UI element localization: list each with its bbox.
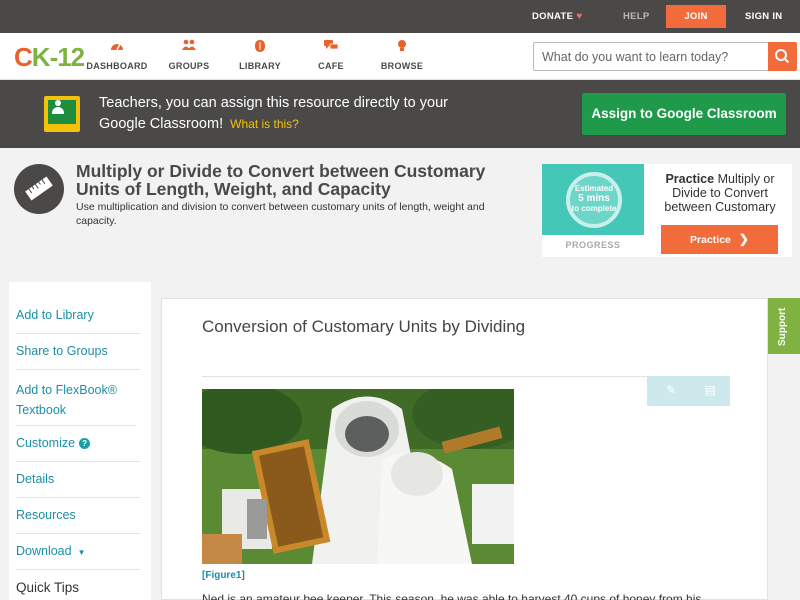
teacher-banner: Teachers, you can assign this resource d… [0, 80, 800, 148]
join-button[interactable]: JOIN [666, 5, 726, 28]
lesson-content: Conversion of Customary Units by Dividin… [161, 298, 768, 600]
ck12-logo[interactable]: CK-12 [14, 42, 86, 73]
resources-link[interactable]: Resources [16, 498, 140, 534]
logo-number: -12 [49, 42, 86, 72]
nav-browse[interactable]: BROWSE [367, 39, 437, 71]
add-to-flexbook-link[interactable]: Add to FlexBook® Textbook [16, 370, 136, 426]
nav-browse-label: BROWSE [380, 61, 424, 71]
chat-bubbles-icon [296, 39, 366, 55]
practice-card: Estimated 5 mins to complete PROGRESS Pr… [542, 164, 792, 257]
support-tab[interactable]: Support [768, 298, 800, 354]
quick-tips-heading: Quick Tips [16, 580, 80, 595]
practice-button-label: Practice [690, 234, 731, 246]
practice-heading: Practice Multiply or Divide to Convert b… [654, 172, 786, 214]
nav-cafe[interactable]: CAFE [296, 39, 366, 71]
chevron-right-icon: ❯ [738, 232, 749, 246]
library-icon [225, 39, 295, 55]
search-input[interactable] [534, 43, 768, 70]
search-box [533, 42, 797, 71]
estimate-minutes: 5 mins [578, 193, 610, 204]
estimate-suffix: to complete [571, 204, 617, 213]
logo-c: C [14, 42, 33, 72]
nav-groups-label: GROUPS [168, 61, 210, 71]
side-menu: Add to Library Share to Groups Add to Fl… [9, 282, 151, 600]
nav-cafe-label: CAFE [318, 61, 344, 71]
add-to-library-link[interactable]: Add to Library [16, 298, 140, 334]
ruler-icon [14, 164, 64, 214]
pencil-icon[interactable]: ✎ [664, 383, 678, 397]
progress-label: PROGRESS [565, 240, 621, 250]
figure-caption: [Figure1] [202, 570, 245, 581]
sign-in-link[interactable]: SIGN IN [745, 0, 782, 33]
customize-link[interactable]: Customize? [16, 426, 140, 462]
notes-icon[interactable]: ▤ [703, 383, 717, 397]
help-link[interactable]: HELP [623, 0, 650, 33]
groups-icon [154, 39, 224, 55]
google-classroom-icon [44, 96, 80, 132]
share-to-groups-link[interactable]: Share to Groups [16, 334, 140, 370]
annotation-toolbar: ✎ ▤ [647, 376, 730, 406]
donate-label: DONATE [532, 11, 574, 22]
what-is-this-link[interactable]: What is this? [230, 117, 299, 131]
main-navbar: CK-12 DASHBOARD GROUPS LIBRARY CAFE BROW… [0, 33, 800, 80]
donate-link[interactable]: DONATE ♥ [532, 0, 582, 33]
caret-down-icon: ▼ [77, 548, 86, 557]
assign-to-google-classroom-button[interactable]: Assign to Google Classroom [582, 93, 786, 135]
practice-heading-bold: Practice [665, 172, 715, 186]
nav-library[interactable]: LIBRARY [225, 39, 295, 71]
support-label: Support [777, 307, 788, 346]
logo-k: K [31, 42, 51, 72]
download-label: Download [16, 544, 72, 558]
lesson-heading: Conversion of Customary Units by Dividin… [202, 317, 526, 336]
banner-message: Teachers, you can assign this resource d… [99, 93, 459, 135]
dashboard-icon [82, 39, 152, 55]
search-icon [775, 49, 790, 64]
details-link[interactable]: Details [16, 462, 140, 498]
search-button[interactable] [768, 42, 797, 71]
customize-label: Customize [16, 436, 76, 450]
lightbulb-icon [367, 39, 437, 55]
top-utility-bar: DONATE ♥ HELP JOIN SIGN IN [0, 0, 800, 33]
practice-button[interactable]: Practice ❯ [661, 225, 778, 254]
lesson-paragraph: Ned is an amateur bee keeper. This seaso… [202, 592, 702, 600]
estimate-label: Estimated [574, 184, 614, 193]
practice-estimate-image: Estimated 5 mins to complete [542, 164, 644, 235]
heart-icon: ♥ [576, 11, 583, 22]
nav-library-label: LIBRARY [239, 61, 281, 71]
nav-groups[interactable]: GROUPS [154, 39, 224, 71]
nav-dashboard-label: DASHBOARD [86, 61, 148, 71]
download-link[interactable]: Download ▼ [16, 534, 140, 570]
nav-dashboard[interactable]: DASHBOARD [82, 39, 152, 71]
concept-subtitle: Use multiplication and division to conve… [76, 201, 485, 227]
concept-title: Multiply or Divide to Convert between Cu… [76, 161, 486, 199]
help-icon[interactable]: ? [79, 438, 91, 449]
beekeeper-photo [202, 389, 514, 564]
